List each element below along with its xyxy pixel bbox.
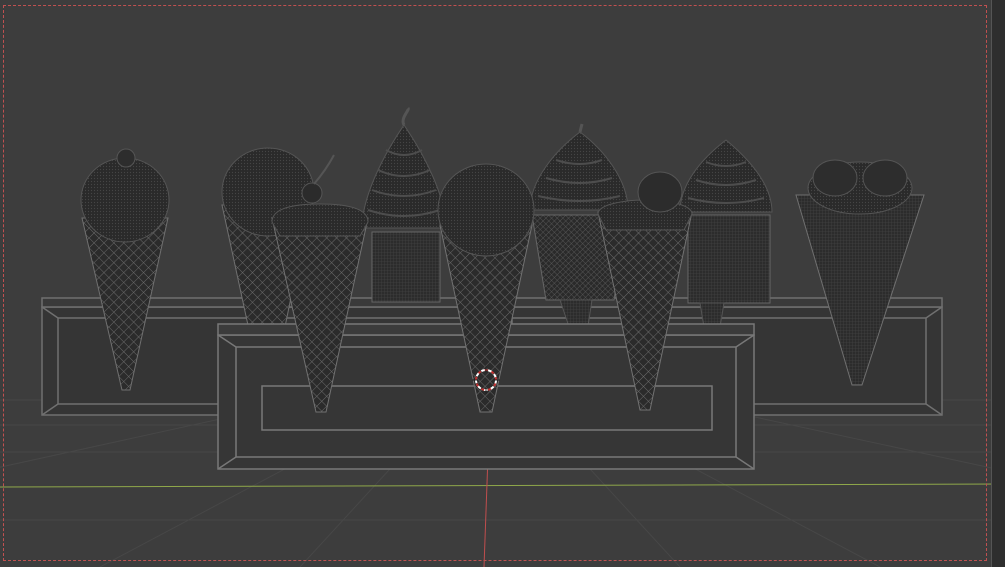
cup-swirl-tall[interactable] (361, 106, 447, 303)
x-axis-line (0, 483, 1005, 488)
3d-viewport[interactable] (0, 0, 1005, 567)
scene-canvas[interactable] (0, 0, 1005, 567)
viewport-right-edge[interactable] (991, 0, 1005, 567)
